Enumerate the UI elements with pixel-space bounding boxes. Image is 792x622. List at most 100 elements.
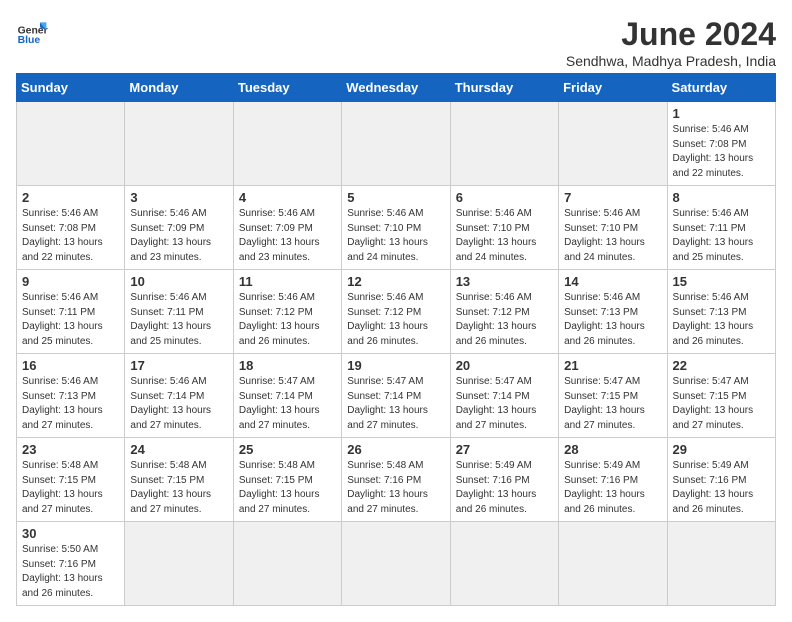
- calendar-cell-10: 5 Sunrise: 5:46 AMSunset: 7:10 PMDaylight…: [342, 186, 450, 270]
- calendar-cell-35: 30 Sunrise: 5:50 AMSunset: 7:16 PMDayligh…: [17, 522, 125, 606]
- calendar-cell-5: [559, 102, 667, 186]
- cell-info: Sunrise: 5:48 AMSunset: 7:15 PMDaylight:…: [22, 459, 119, 517]
- cell-info: Sunrise: 5:48 AMSunset: 7:15 PMDaylight:…: [239, 459, 336, 517]
- calendar-cell-39: [450, 522, 558, 606]
- calendar-cell-31: 26Sunrise: 5:48 AMSunset: 7:16 PMDayligh…: [342, 438, 450, 522]
- calendar-cell-23: 18Sunrise: 5:47 AMSunset: 7:14 PMDayligh…: [233, 354, 341, 438]
- cell-info: Sunrise: 5:50 AMSunset: 7:16 PMDaylight:…: [22, 543, 119, 601]
- calendar-cell-18: 13 Sunrise: 5:46 AMSunset: 7:12 PMDayligh…: [450, 270, 558, 354]
- cell-info: Sunrise: 5:46 AMSunset: 7:08 PMDaylight:…: [673, 123, 770, 181]
- day-number: 20: [456, 358, 553, 373]
- calendar-cell-32: 27 Sunrise: 5:49 AMSunset: 7:16 PMDayligh…: [450, 438, 558, 522]
- cell-info: Sunrise: 5:46 AMSunset: 7:08 PMDaylight:…: [22, 207, 119, 265]
- calendar-cell-16: 11Sunrise: 5:46 AMSunset: 7:12 PMDayligh…: [233, 270, 341, 354]
- svg-text:Blue: Blue: [18, 35, 41, 46]
- calendar-cell-13: 8Sunrise: 5:46 AMSunset: 7:11 PMDaylight…: [667, 186, 775, 270]
- day-number: 5: [347, 190, 444, 205]
- day-number: 21: [564, 358, 661, 373]
- day-number: 19: [347, 358, 444, 373]
- day-number: 26: [347, 442, 444, 457]
- cell-info: Sunrise: 5:47 AMSunset: 7:14 PMDaylight:…: [239, 375, 336, 433]
- calendar-cell-36: [125, 522, 233, 606]
- logo-icon: General Blue: [16, 16, 48, 48]
- cell-info: Sunrise: 5:49 AMSunset: 7:16 PMDaylight:…: [673, 459, 770, 517]
- day-number: 13: [456, 274, 553, 289]
- cell-info: Sunrise: 5:49 AMSunset: 7:16 PMDaylight:…: [564, 459, 661, 517]
- cell-info: Sunrise: 5:46 AMSunset: 7:09 PMDaylight:…: [239, 207, 336, 265]
- cell-info: Sunrise: 5:47 AMSunset: 7:14 PMDaylight:…: [347, 375, 444, 433]
- calendar-cell-40: [559, 522, 667, 606]
- calendar-cell-26: 21 Sunrise: 5:47 AMSunset: 7:15 PMDayligh…: [559, 354, 667, 438]
- calendar-cell-21: 16Sunrise: 5:46 AMSunset: 7:13 PMDayligh…: [17, 354, 125, 438]
- day-number: 8: [673, 190, 770, 205]
- calendar-cell-41: [667, 522, 775, 606]
- cell-info: Sunrise: 5:46 AMSunset: 7:11 PMDaylight:…: [22, 291, 119, 349]
- day-number: 30: [22, 526, 119, 541]
- calendar-cell-14: 9 Sunrise: 5:46 AMSunset: 7:11 PMDaylight…: [17, 270, 125, 354]
- calendar-cell-9: 4 Sunrise: 5:46 AMSunset: 7:09 PMDaylight…: [233, 186, 341, 270]
- calendar-cell-20: 15 Sunrise: 5:46 AMSunset: 7:13 PMDayligh…: [667, 270, 775, 354]
- week-row-3: 16Sunrise: 5:46 AMSunset: 7:13 PMDayligh…: [17, 354, 776, 438]
- calendar-cell-30: 25Sunrise: 5:48 AMSunset: 7:15 PMDayligh…: [233, 438, 341, 522]
- cell-info: Sunrise: 5:46 AMSunset: 7:10 PMDaylight:…: [456, 207, 553, 265]
- logo: General Blue: [16, 16, 48, 48]
- weekday-header-tuesday: Tuesday: [233, 74, 341, 102]
- day-number: 9: [22, 274, 119, 289]
- day-number: 16: [22, 358, 119, 373]
- day-number: 2: [22, 190, 119, 205]
- week-row-5: 30 Sunrise: 5:50 AMSunset: 7:16 PMDayligh…: [17, 522, 776, 606]
- cell-info: Sunrise: 5:47 AMSunset: 7:15 PMDaylight:…: [673, 375, 770, 433]
- day-number: 27: [456, 442, 553, 457]
- week-row-0: 1 Sunrise: 5:46 AMSunset: 7:08 PMDaylight…: [17, 102, 776, 186]
- cell-info: Sunrise: 5:47 AMSunset: 7:14 PMDaylight:…: [456, 375, 553, 433]
- day-number: 23: [22, 442, 119, 457]
- day-number: 1: [673, 106, 770, 121]
- cell-info: Sunrise: 5:47 AMSunset: 7:15 PMDaylight:…: [564, 375, 661, 433]
- calendar-cell-19: 14 Sunrise: 5:46 AMSunset: 7:13 PMDayligh…: [559, 270, 667, 354]
- cell-info: Sunrise: 5:46 AMSunset: 7:10 PMDaylight:…: [347, 207, 444, 265]
- calendar-cell-22: 17 Sunrise: 5:46 AMSunset: 7:14 PMDayligh…: [125, 354, 233, 438]
- weekday-header-thursday: Thursday: [450, 74, 558, 102]
- title-block: June 2024 Sendhwa, Madhya Pradesh, India: [566, 16, 776, 69]
- cell-info: Sunrise: 5:49 AMSunset: 7:16 PMDaylight:…: [456, 459, 553, 517]
- weekday-header-monday: Monday: [125, 74, 233, 102]
- day-number: 14: [564, 274, 661, 289]
- day-number: 24: [130, 442, 227, 457]
- cell-info: Sunrise: 5:48 AMSunset: 7:15 PMDaylight:…: [130, 459, 227, 517]
- calendar-cell-27: 22 Sunrise: 5:47 AMSunset: 7:15 PMDayligh…: [667, 354, 775, 438]
- calendar-table: SundayMondayTuesdayWednesdayThursdayFrid…: [16, 73, 776, 606]
- weekday-header-friday: Friday: [559, 74, 667, 102]
- cell-info: Sunrise: 5:46 AMSunset: 7:10 PMDaylight:…: [564, 207, 661, 265]
- day-number: 12: [347, 274, 444, 289]
- cell-info: Sunrise: 5:46 AMSunset: 7:14 PMDaylight:…: [130, 375, 227, 433]
- day-number: 6: [456, 190, 553, 205]
- calendar-cell-17: 12Sunrise: 5:46 AMSunset: 7:12 PMDayligh…: [342, 270, 450, 354]
- location-title: Sendhwa, Madhya Pradesh, India: [566, 53, 776, 69]
- week-row-2: 9 Sunrise: 5:46 AMSunset: 7:11 PMDaylight…: [17, 270, 776, 354]
- calendar-cell-37: [233, 522, 341, 606]
- weekday-header-saturday: Saturday: [667, 74, 775, 102]
- cell-info: Sunrise: 5:46 AMSunset: 7:13 PMDaylight:…: [673, 291, 770, 349]
- day-number: 10: [130, 274, 227, 289]
- calendar-cell-38: [342, 522, 450, 606]
- day-number: 3: [130, 190, 227, 205]
- calendar-cell-12: 7Sunrise: 5:46 AMSunset: 7:10 PMDaylight…: [559, 186, 667, 270]
- calendar-cell-29: 24 Sunrise: 5:48 AMSunset: 7:15 PMDayligh…: [125, 438, 233, 522]
- calendar-cell-3: [342, 102, 450, 186]
- day-number: 4: [239, 190, 336, 205]
- calendar-cell-24: 19 Sunrise: 5:47 AMSunset: 7:14 PMDayligh…: [342, 354, 450, 438]
- calendar-cell-2: [233, 102, 341, 186]
- weekday-header-row: SundayMondayTuesdayWednesdayThursdayFrid…: [17, 74, 776, 102]
- calendar-cell-4: [450, 102, 558, 186]
- cell-info: Sunrise: 5:46 AMSunset: 7:12 PMDaylight:…: [456, 291, 553, 349]
- calendar-cell-28: 23 Sunrise: 5:48 AMSunset: 7:15 PMDayligh…: [17, 438, 125, 522]
- weekday-header-wednesday: Wednesday: [342, 74, 450, 102]
- cell-info: Sunrise: 5:46 AMSunset: 7:11 PMDaylight:…: [130, 291, 227, 349]
- day-number: 15: [673, 274, 770, 289]
- calendar-cell-1: [125, 102, 233, 186]
- cell-info: Sunrise: 5:46 AMSunset: 7:13 PMDaylight:…: [564, 291, 661, 349]
- day-number: 28: [564, 442, 661, 457]
- day-number: 22: [673, 358, 770, 373]
- calendar-cell-33: 28 Sunrise: 5:49 AMSunset: 7:16 PMDayligh…: [559, 438, 667, 522]
- day-number: 17: [130, 358, 227, 373]
